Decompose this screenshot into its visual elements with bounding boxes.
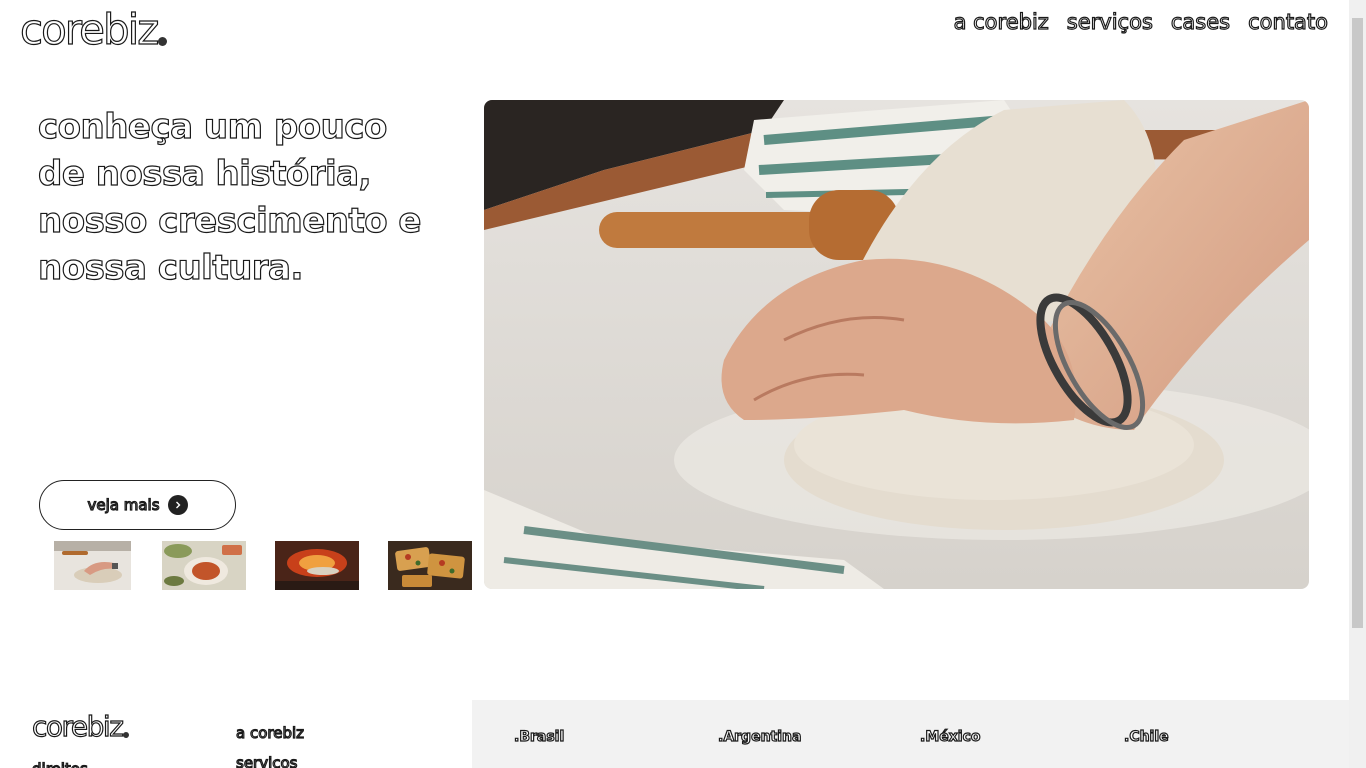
footer-logo-text: corebiz [31, 710, 124, 743]
veja-mais-label: veja mais [87, 495, 160, 514]
nav-contato[interactable]: contato [1248, 9, 1329, 34]
main-nav: a corebiz serviços cases contato [953, 9, 1329, 34]
office-brasil: .Brasil [513, 728, 565, 745]
page-scrollbar[interactable] [1349, 0, 1366, 768]
hero-title-line: de nossa história, [37, 153, 372, 194]
office-mexico: .México [919, 728, 981, 745]
hero-title-line: conheça um pouco [37, 106, 388, 147]
hero-title-line: nossa cultura. [37, 247, 304, 288]
nav-a-corebiz[interactable]: a corebiz [953, 9, 1049, 34]
veja-mais-button[interactable]: veja mais [39, 480, 236, 530]
thumbnail-dough[interactable] [54, 541, 131, 590]
footer-link-direitos[interactable]: direitos [31, 759, 88, 768]
hero-title: conheça um pouco de nossa história, noss… [37, 104, 458, 292]
footer-logo[interactable]: corebiz [31, 710, 130, 743]
footer-logo-dot [123, 732, 130, 738]
office-chile: .Chile [1123, 728, 1169, 745]
nav-cases[interactable]: cases [1170, 9, 1230, 34]
footer-link-a-corebiz[interactable]: a corebiz [235, 723, 304, 742]
nav-servicos[interactable]: serviços [1066, 9, 1153, 34]
arrow-right-icon [167, 495, 188, 515]
logo-dot [158, 37, 168, 46]
office-argentina: .Argentina [717, 728, 802, 745]
footer-offices-panel: .Brasil .Argentina .México .Chile [472, 700, 1349, 768]
hero-title-line: nosso crescimento e [37, 200, 422, 241]
logo-text: corebiz [19, 5, 160, 54]
footer-link-servicos[interactable]: serviços [235, 753, 298, 768]
thumbnail-oven[interactable] [275, 541, 359, 590]
hero-image-kneading-dough [484, 100, 1309, 589]
corebiz-logo[interactable]: corebiz [19, 5, 168, 54]
thumbnail-pizza[interactable] [388, 541, 472, 590]
thumbnail-sauce[interactable] [162, 541, 246, 590]
scrollbar-thumb[interactable] [1352, 18, 1363, 628]
